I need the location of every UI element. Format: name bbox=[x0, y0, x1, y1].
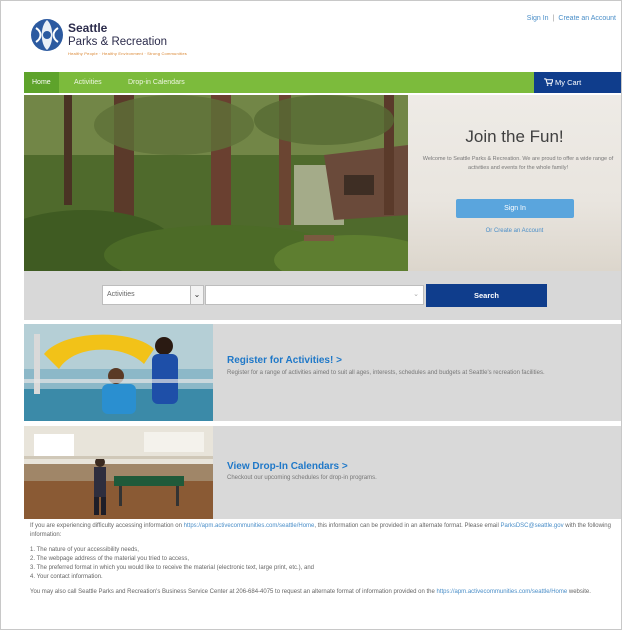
dropdown-caret-icon: ⌄ bbox=[413, 291, 419, 298]
pool-slide-image[interactable] bbox=[24, 324, 213, 421]
hero-create-account-link[interactable]: Or Create an Account bbox=[408, 228, 621, 234]
list-item: 1. The nature of your accessibility need… bbox=[30, 547, 139, 553]
accessibility-notice: If you are experiencing difficulty acces… bbox=[30, 522, 615, 597]
hero-illustration bbox=[24, 95, 408, 271]
sign-in-link[interactable]: Sign In bbox=[527, 15, 549, 22]
hero-forest-image bbox=[24, 95, 408, 271]
outro-text-2: website. bbox=[568, 589, 591, 595]
account-separator: | bbox=[552, 15, 555, 22]
search-input[interactable]: ⌄ bbox=[205, 285, 424, 305]
drop-in-calendars-description: Checkout our upcoming schedules for drop… bbox=[227, 475, 377, 481]
accessibility-intro: If you are experiencing difficulty acces… bbox=[30, 522, 615, 540]
search-button[interactable]: Search bbox=[426, 284, 547, 307]
category-select[interactable]: Activities ⌄ bbox=[102, 285, 204, 305]
category-select-value: Activities bbox=[107, 291, 135, 298]
accessibility-list: 1. The nature of your accessibility need… bbox=[30, 546, 615, 582]
ping-pong-image[interactable] bbox=[24, 426, 213, 519]
email-link[interactable]: ParksDSC@seattle.gov bbox=[500, 523, 563, 529]
join-panel: Join the Fun! Welcome to Seattle Parks &… bbox=[408, 95, 621, 271]
create-account-link[interactable]: Create an Account bbox=[558, 15, 616, 22]
activecommunities-link-1[interactable]: https://apm.activecommunities.com/seattl… bbox=[184, 523, 315, 529]
my-cart-button[interactable]: My Cart bbox=[534, 72, 621, 93]
register-activities-description: Register for a range of activities aimed… bbox=[227, 370, 545, 376]
hero-sign-in-button[interactable]: Sign In bbox=[456, 199, 574, 218]
register-activities-panel: Register for Activities! > Register for … bbox=[24, 324, 621, 421]
drop-in-calendars-panel: View Drop-In Calendars > Checkout our up… bbox=[24, 426, 621, 519]
accessibility-outro: You may also call Seattle Parks and Recr… bbox=[30, 588, 615, 597]
logo-subtitle: Parks & Recreation bbox=[68, 36, 168, 48]
logo-title: Seattle bbox=[68, 21, 108, 35]
list-item: 3. The preferred format in which you wou… bbox=[30, 565, 315, 571]
join-title: Join the Fun! bbox=[465, 127, 564, 146]
nav-item-drop-in-calendars[interactable]: Drop-in Calendars bbox=[120, 72, 193, 93]
register-activities-link[interactable]: Register for Activities! > bbox=[227, 355, 342, 366]
ping-pong-illustration bbox=[24, 426, 213, 519]
intro-text-2: , this information can be provided in an… bbox=[314, 523, 499, 529]
nav-item-activities[interactable]: Activities bbox=[66, 72, 110, 93]
join-description: Welcome to Seattle Parks & Recreation. W… bbox=[422, 156, 614, 171]
main-nav: Home Activities Drop-in Calendars My Car… bbox=[24, 72, 621, 93]
chevron-down-icon[interactable]: ⌄ bbox=[190, 286, 203, 304]
pool-illustration bbox=[24, 324, 213, 421]
search-bar: Activities ⌄ ⌄ Search bbox=[24, 271, 621, 320]
account-links: Sign In | Create an Account bbox=[527, 15, 616, 22]
seattle-parks-logo[interactable]: Seattle Parks & Recreation Healthy Peopl… bbox=[30, 18, 200, 62]
activecommunities-link-2[interactable]: https://apm.activecommunities.com/seattl… bbox=[437, 589, 568, 595]
nav-item-home[interactable]: Home bbox=[24, 72, 59, 93]
outro-text-1: You may also call Seattle Parks and Recr… bbox=[30, 589, 435, 595]
list-item: 2. The webpage address of the material y… bbox=[30, 556, 189, 562]
logo-emblem-icon bbox=[31, 19, 63, 51]
intro-text-1: If you are experiencing difficulty acces… bbox=[30, 523, 182, 529]
cart-label: My Cart bbox=[555, 78, 582, 87]
cart-icon bbox=[544, 78, 553, 86]
list-item: 4. Your contact information. bbox=[30, 574, 103, 580]
logo-tagline: Healthy People · Healthy Environment · S… bbox=[68, 51, 188, 56]
drop-in-calendars-link[interactable]: View Drop-In Calendars > bbox=[227, 461, 348, 472]
